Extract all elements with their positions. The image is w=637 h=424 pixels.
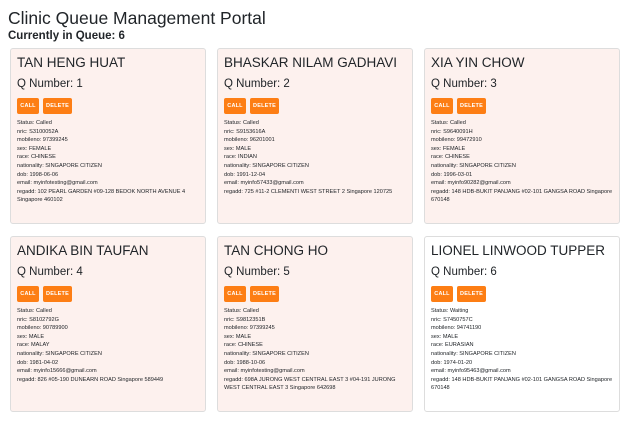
delete-button[interactable]: DELETE [457,98,486,114]
patient-details: Status: Called nric: S9812351B mobileno:… [224,307,407,393]
queue-portal-page: Clinic Queue Management Portal Currently… [0,0,637,424]
status-text: Status: Called [17,120,52,126]
email-text: email: myinfotesting@gmail.com [17,180,98,187]
race-text: race: EURASIAN [431,342,474,349]
race-text: race: INDIAN [224,154,257,161]
race-text: race: CHINESE [224,342,263,349]
card-actions: CALL DELETE [224,98,407,114]
nric-text: nric: S3100052A [17,128,59,135]
card-actions: CALL DELETE [17,98,200,114]
address-text: regadd: 826 #05-190 DUNEARN ROAD Singapo… [17,376,164,383]
card-actions: CALL DELETE [17,286,200,302]
queue-number: Q Number: 3 [431,78,497,90]
patient-details: Status: Called nric: S9640091H mobileno:… [431,119,614,205]
queue-number: Q Number: 1 [17,78,83,90]
card-actions: CALL DELETE [431,98,614,114]
dob-text: dob: 1998-06-06 [17,171,59,178]
call-button[interactable]: CALL [224,286,246,302]
patient-card: TAN HENG HUAT Q Number: 1 CALL DELETE St… [10,48,206,224]
sex-text: sex: MALE [224,145,252,152]
sex-text: sex: MALE [17,333,45,340]
race-text: race: CHINESE [431,154,470,161]
patient-name: ANDIKA BIN TAUFAN [17,243,149,258]
nationality-text: nationality: SINGAPORE CITIZEN [17,350,102,357]
address-text: regadd: 148 HDB-BUKIT PANJANG #02-101 GA… [431,188,613,204]
nationality-text: nationality: SINGAPORE CITIZEN [431,350,516,357]
email-text: email: myinfo57433@gmail.com [224,180,304,187]
patient-name: TAN HENG HUAT [17,55,126,70]
status-text: Status: Waiting [431,308,469,314]
queue-number: Q Number: 2 [224,78,290,90]
mobile-text: mobileno: 97399245 [17,137,68,144]
email-text: email: myinfo15666@gmail.com [17,368,97,375]
queue-number: Q Number: 5 [224,266,290,278]
sex-text: sex: MALE [431,333,459,340]
patient-details: Status: Called nric: S8102792G mobileno:… [17,307,200,384]
email-text: email: myinfo90282@gmail.com [431,180,511,187]
nationality-text: nationality: SINGAPORE CITIZEN [224,350,309,357]
nric-text: nric: S9640091H [431,128,473,135]
call-button[interactable]: CALL [17,286,39,302]
delete-button[interactable]: DELETE [250,98,279,114]
status-text: Status: Called [224,308,259,314]
status-text: Status: Called [224,120,259,126]
patient-card: XIA YIN CHOW Q Number: 3 CALL DELETE Sta… [424,48,620,224]
nric-text: nric: S7450757C [431,316,473,323]
address-text: regadd: 102 PEARL GARDEN #09-128 BEDOK N… [17,188,186,204]
nric-text: nric: S9812351B [224,316,266,323]
sex-text: sex: FEMALE [431,145,466,152]
patient-name: XIA YIN CHOW [431,55,525,70]
patient-name: BHASKAR NILAM GADHAVI [224,55,398,70]
patient-card: BHASKAR NILAM GADHAVI Q Number: 2 CALL D… [217,48,413,224]
sex-text: sex: MALE [224,333,252,340]
dob-text: dob: 1981-04-02 [17,359,59,366]
email-text: email: myinfo95463@gmail.com [431,368,511,375]
call-button[interactable]: CALL [431,286,453,302]
dob-text: dob: 1988-10-06 [224,359,266,366]
status-text: Status: Called [17,308,52,314]
dob-text: dob: 1996-03-01 [431,171,473,178]
patient-card: ANDIKA BIN TAUFAN Q Number: 4 CALL DELET… [10,236,206,412]
call-button[interactable]: CALL [224,98,246,114]
address-text: regadd: 148 HDB-BUKIT PANJANG #02-101 GA… [431,376,613,392]
nationality-text: nationality: SINGAPORE CITIZEN [224,162,309,169]
delete-button[interactable]: DELETE [250,286,279,302]
race-text: race: MALAY [17,342,50,349]
queue-count: Currently in Queue: 6 [8,30,125,42]
call-button[interactable]: CALL [17,98,39,114]
nationality-text: nationality: SINGAPORE CITIZEN [17,162,102,169]
nric-text: nric: S9153616A [224,128,266,135]
sex-text: sex: FEMALE [17,145,52,152]
status-text: Status: Called [431,120,466,126]
nationality-text: nationality: SINGAPORE CITIZEN [431,162,516,169]
mobile-text: mobileno: 99472910 [431,137,482,144]
call-button[interactable]: CALL [431,98,453,114]
mobile-text: mobileno: 90789900 [17,325,68,332]
race-text: race: CHINESE [17,154,56,161]
delete-button[interactable]: DELETE [457,286,486,302]
patient-details: Status: Called nric: S9153616A mobileno:… [224,119,407,196]
address-text: regadd: 725 #11-2 CLEMENTI WEST STREET 2… [224,188,393,195]
patient-details: Status: Waiting nric: S7450757C mobileno… [431,307,614,393]
patient-name: TAN CHONG HO [224,243,328,258]
delete-button[interactable]: DELETE [43,286,72,302]
card-actions: CALL DELETE [431,286,614,302]
delete-button[interactable]: DELETE [43,98,72,114]
queue-number: Q Number: 4 [17,266,83,278]
page-title: Clinic Queue Management Portal [8,8,266,28]
dob-text: dob: 1991-12-04 [224,171,266,178]
card-actions: CALL DELETE [224,286,407,302]
mobile-text: mobileno: 97399245 [224,325,275,332]
patient-details: Status: Called nric: S3100052A mobileno:… [17,119,200,205]
nric-text: nric: S8102792G [17,316,59,323]
patient-card: TAN CHONG HO Q Number: 5 CALL DELETE Sta… [217,236,413,412]
patient-card: LIONEL LINWOOD TUPPER Q Number: 6 CALL D… [424,236,620,412]
address-text: regadd: 698A JURONG WEST CENTRAL EAST 3 … [224,376,396,392]
queue-number: Q Number: 6 [431,266,497,278]
patient-name: LIONEL LINWOOD TUPPER [431,243,606,258]
mobile-text: mobileno: 96201001 [224,137,275,144]
email-text: email: myinfotesting@gmail.com [224,368,305,375]
mobile-text: mobileno: 94741190 [431,325,482,332]
dob-text: dob: 1974-01-20 [431,359,473,366]
